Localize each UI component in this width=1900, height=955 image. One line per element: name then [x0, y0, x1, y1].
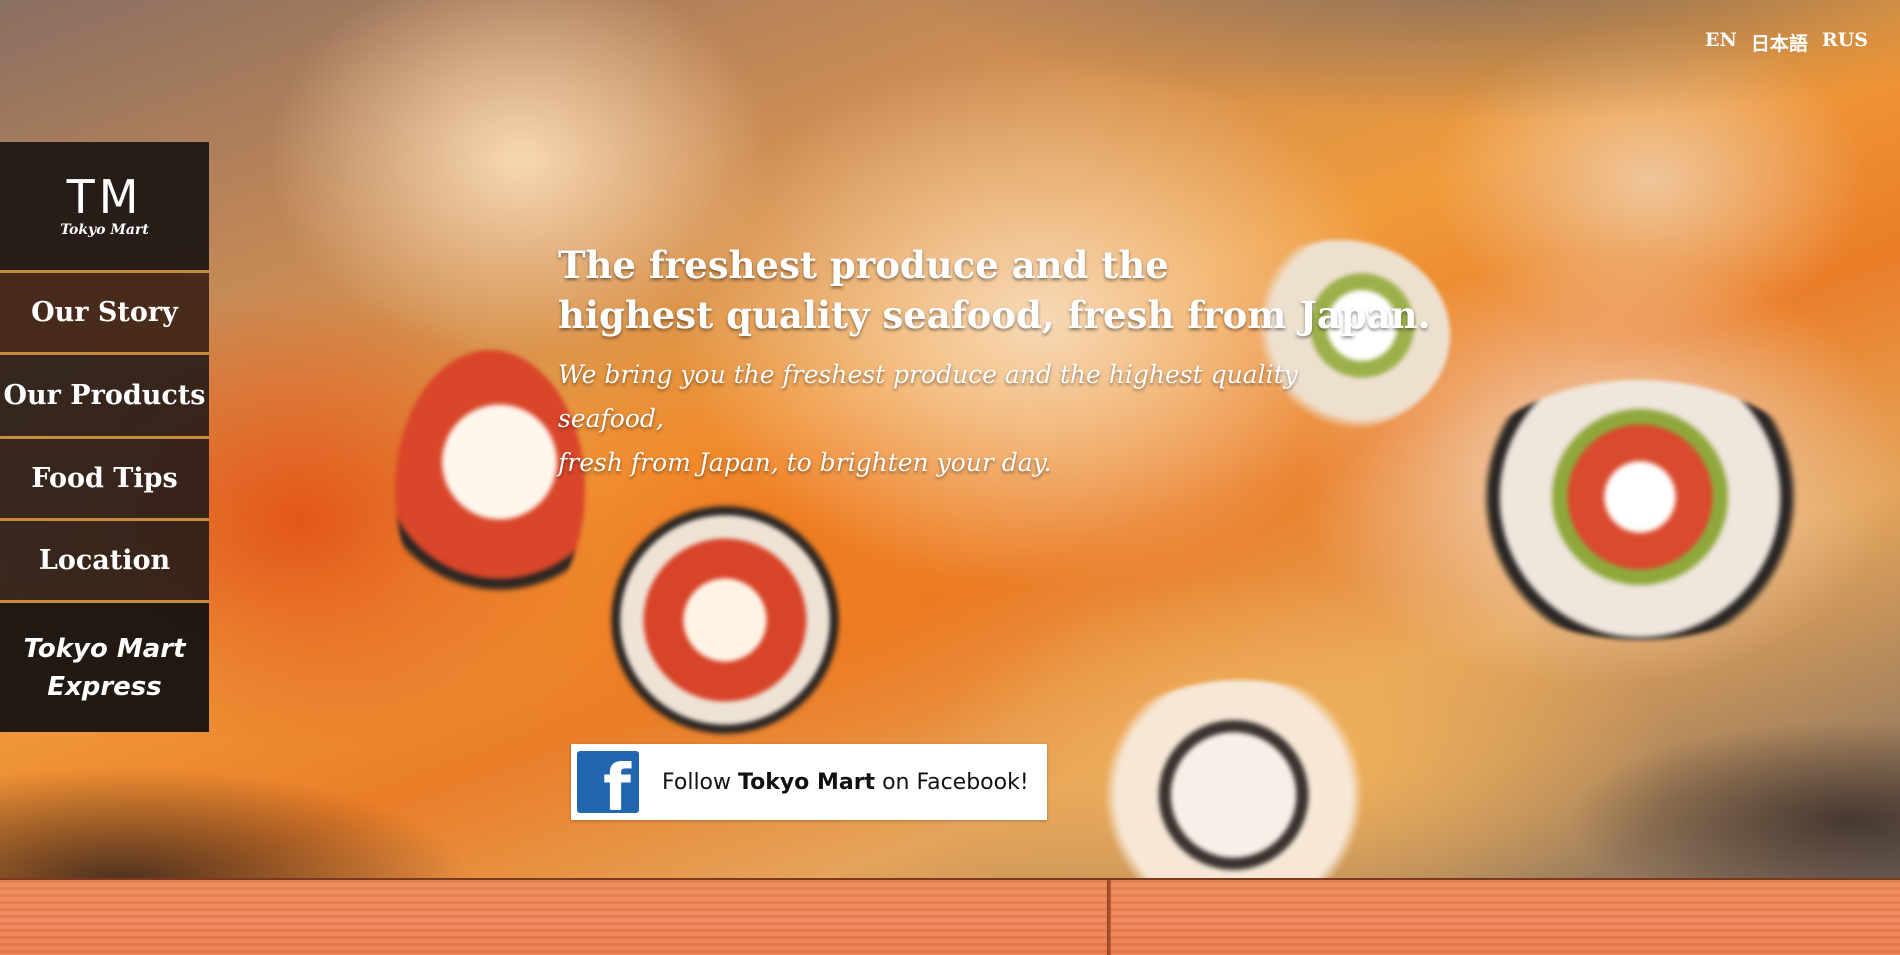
nav-item-label: Our Products	[3, 380, 206, 411]
sushi-roll-image	[395, 350, 585, 630]
wood-footer-strip	[0, 878, 1900, 955]
logo-mark: TM	[66, 170, 143, 224]
headline-line-1: The freshest produce and the	[558, 243, 1169, 287]
tagline-line-1: We bring you the freshest produce and th…	[558, 360, 1298, 433]
express-line-2: Express	[47, 671, 162, 702]
hero-headline: The freshest produce and the highest qua…	[558, 240, 1458, 340]
headline-line-2: highest quality seafood, fresh from Japa…	[558, 293, 1431, 337]
express-line-1: Tokyo Mart	[23, 633, 186, 664]
wood-seam	[1107, 880, 1111, 955]
logo[interactable]: TM Tokyo Mart	[0, 142, 209, 270]
nav-item-food-tips[interactable]: Food Tips	[0, 436, 209, 518]
nav-item-label: Tokyo Mart Express	[23, 630, 185, 706]
sidebar-nav: TM Tokyo Mart Our Story Our Products Foo…	[0, 142, 209, 732]
language-switch: EN 日本語 RUS	[1705, 29, 1868, 56]
facebook-icon: f	[577, 751, 639, 813]
nav-item-label: Location	[38, 545, 171, 576]
sushi-roll-image	[610, 500, 840, 740]
facebook-follow-text: Follow Tokyo Mart on Facebook!	[662, 770, 1029, 795]
lang-ja-link[interactable]: 日本語	[1751, 29, 1808, 56]
facebook-suffix: on Facebook!	[875, 769, 1029, 795]
nav-item-label: Our Story	[31, 297, 178, 328]
lang-rus-link[interactable]: RUS	[1822, 29, 1868, 56]
nav-item-tokyo-mart-express[interactable]: Tokyo Mart Express	[0, 600, 209, 732]
sushi-roll-image	[1080, 680, 1400, 878]
hero-tagline: We bring you the freshest produce and th…	[558, 353, 1408, 485]
nav-item-our-products[interactable]: Our Products	[0, 352, 209, 436]
facebook-f-glyph: f	[603, 752, 631, 813]
facebook-brand: Tokyo Mart	[738, 769, 876, 795]
nav-item-label: Food Tips	[31, 463, 178, 494]
tagline-line-2: fresh from Japan, to brighten your day.	[558, 448, 1052, 477]
facebook-prefix: Follow	[662, 769, 739, 795]
lang-en-link[interactable]: EN	[1705, 29, 1737, 56]
nav-item-our-story[interactable]: Our Story	[0, 270, 209, 352]
facebook-follow-button[interactable]: f Follow Tokyo Mart on Facebook!	[571, 744, 1047, 820]
sushi-roll-image	[1450, 380, 1830, 640]
logo-name: Tokyo Mart	[60, 222, 149, 238]
nav-item-location[interactable]: Location	[0, 518, 209, 600]
